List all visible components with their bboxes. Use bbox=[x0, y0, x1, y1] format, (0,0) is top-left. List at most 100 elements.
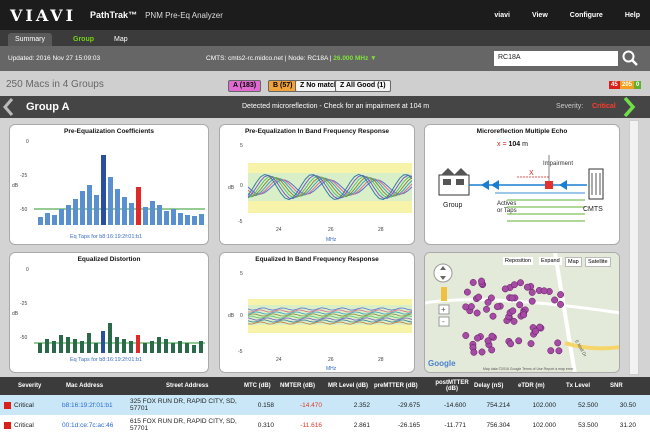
column-header[interactable]: SNR bbox=[610, 377, 623, 395]
y-tick-label: 0 bbox=[240, 313, 243, 319]
map-pin-icon bbox=[515, 337, 523, 345]
column-header[interactable]: preMTTER (dB) bbox=[374, 377, 418, 395]
column-header[interactable]: eTDR (m) bbox=[518, 377, 545, 395]
y-tick-label: -25 bbox=[20, 301, 27, 307]
bar bbox=[59, 209, 64, 225]
y-tick-label: -50 bbox=[20, 207, 27, 213]
x-tick-label: 26 bbox=[328, 357, 334, 363]
bar bbox=[38, 217, 43, 225]
y-tick-label: 5 bbox=[240, 143, 243, 149]
updated-timestamp: Updated: 2016 Nov 27 15:09:03 bbox=[8, 55, 101, 62]
tab-map[interactable]: Map bbox=[107, 33, 135, 46]
bar-group bbox=[38, 155, 204, 225]
tx-level-cell: 52.500 bbox=[578, 401, 598, 409]
pre-eq-coefficients-panel: Pre-Equalization Coefficients 0 -25 -50 … bbox=[9, 124, 209, 245]
column-header[interactable]: Tx Level bbox=[566, 377, 590, 395]
bar bbox=[136, 187, 141, 225]
y-tick-label: 0 bbox=[26, 139, 29, 145]
severity-value: Critical bbox=[592, 103, 616, 110]
satellite-type-button[interactable]: Satellite bbox=[585, 257, 611, 267]
bar bbox=[157, 205, 162, 225]
map-pin-icon bbox=[508, 294, 516, 302]
bar bbox=[185, 343, 189, 353]
mac-link[interactable]: b8:16:19:2f:01:b1 bbox=[62, 395, 113, 415]
expand-button[interactable]: Expand bbox=[539, 257, 562, 265]
equalized-response-chart: 5 0 -5 dB 24 26 28 MHz bbox=[228, 271, 413, 372]
address-cell: 615 FOX RUN DR, RAPID CITY, SD, 57701 bbox=[130, 418, 237, 432]
detection-message: Detected microreflection - Check for an … bbox=[242, 103, 430, 110]
map-pin-icon bbox=[469, 279, 477, 286]
group-name: Group A bbox=[26, 101, 70, 113]
microreflection-diagram: X Impairment Group Actives or Taps CMTS bbox=[438, 155, 604, 222]
table-row[interactable]: Critical 00:1d:ce:7c:ac:46 615 FOX RUN D… bbox=[0, 415, 650, 435]
mac-link[interactable]: 00:1d:ce:7c:ac:46 bbox=[62, 415, 113, 435]
bar bbox=[178, 213, 183, 225]
search-input[interactable]: RC18A bbox=[494, 51, 618, 66]
bar bbox=[143, 207, 148, 225]
column-header[interactable]: NMTER (dB) bbox=[280, 377, 315, 395]
reposition-button[interactable]: Reposition bbox=[503, 257, 533, 265]
frequency-select[interactable]: 26.000 MHz bbox=[333, 55, 368, 62]
tab-summary[interactable]: Summary bbox=[8, 33, 52, 46]
column-header[interactable]: Street Address bbox=[166, 377, 208, 395]
y-tick-label: 0 bbox=[240, 183, 243, 189]
column-header[interactable]: Mac Address bbox=[66, 377, 103, 395]
column-header[interactable]: MTC (dB) bbox=[244, 377, 271, 395]
bar bbox=[108, 177, 113, 225]
x-tick-label: 26 bbox=[328, 227, 334, 233]
chevron-left-icon[interactable] bbox=[2, 97, 14, 117]
column-header[interactable]: postMTTER (dB) bbox=[432, 377, 472, 395]
address-cell: 325 FOX RUN DR, RAPID CITY, SD, 57701 bbox=[130, 398, 237, 412]
bar bbox=[45, 339, 49, 353]
etdr-cell: 102.000 bbox=[532, 421, 557, 429]
menu-user[interactable]: viavi bbox=[494, 12, 510, 19]
chevron-right-icon[interactable] bbox=[622, 96, 636, 118]
y-tick-label: -25 bbox=[20, 173, 27, 179]
menu-help[interactable]: Help bbox=[625, 12, 640, 19]
bar bbox=[171, 209, 176, 225]
chevron-down-icon[interactable]: ▼ bbox=[368, 55, 376, 62]
table-row[interactable]: Critical b8:16:19:2f:01:b1 325 FOX RUN D… bbox=[0, 395, 650, 415]
column-header[interactable]: Delay (nS) bbox=[474, 377, 503, 395]
tab-group[interactable]: Group bbox=[66, 33, 101, 46]
map-pin-icon bbox=[484, 337, 492, 345]
map-pin-icon bbox=[501, 285, 509, 293]
map-type-button[interactable]: Map bbox=[565, 257, 582, 267]
group-banner: Group A Detected microreflection - Check… bbox=[0, 96, 650, 118]
pegman-icon[interactable] bbox=[441, 287, 447, 301]
group-summary: 250 Macs in 4 Groups bbox=[6, 79, 104, 90]
bar bbox=[129, 341, 133, 353]
or-taps-label: or Taps bbox=[497, 208, 517, 214]
svg-text:-: - bbox=[442, 317, 445, 326]
vertical-scrollbar[interactable] bbox=[629, 120, 639, 375]
column-header[interactable]: MR Level (dB) bbox=[328, 377, 368, 395]
bar bbox=[101, 331, 105, 353]
filter-z-all-good[interactable]: Z All Good (1) bbox=[335, 80, 391, 92]
severity-indicator bbox=[4, 421, 11, 429]
map-footer: Map data ©2016 Google Terms of Use Repor… bbox=[483, 367, 574, 371]
app: VIAVI PathTrak™ PNM Pre-Eq Analyzer viav… bbox=[0, 0, 650, 435]
bar bbox=[122, 197, 127, 225]
column-header[interactable]: Severity bbox=[18, 377, 41, 395]
bar bbox=[185, 215, 190, 225]
mtc-cell: 0.158 bbox=[257, 401, 274, 409]
map-panel[interactable]: E Mall Dr + - Reposition Expand Map Sate… bbox=[424, 252, 620, 373]
filter-group-a[interactable]: A (183) bbox=[228, 80, 262, 92]
map-pin-icon bbox=[478, 277, 485, 285]
y-tick-label: 0 bbox=[26, 267, 29, 273]
cmts-node-text: CMTS: cmts2-rc.midco.net | Node: RC18A | bbox=[206, 55, 334, 62]
map-pin-icon bbox=[532, 327, 540, 335]
bar bbox=[192, 345, 196, 353]
bar bbox=[59, 335, 63, 353]
filter-group-b[interactable]: B (57) bbox=[268, 80, 298, 92]
menu-configure[interactable]: Configure bbox=[570, 12, 603, 19]
map-pin-icon bbox=[557, 300, 564, 308]
bar bbox=[157, 337, 161, 353]
bar bbox=[66, 337, 70, 353]
search-icon[interactable] bbox=[622, 50, 638, 66]
bar bbox=[178, 341, 182, 353]
map-canvas[interactable]: E Mall Dr + - bbox=[425, 253, 620, 373]
menu-view[interactable]: View bbox=[532, 12, 548, 19]
premtter-cell: -26.165 bbox=[397, 421, 420, 429]
bar bbox=[45, 213, 50, 225]
